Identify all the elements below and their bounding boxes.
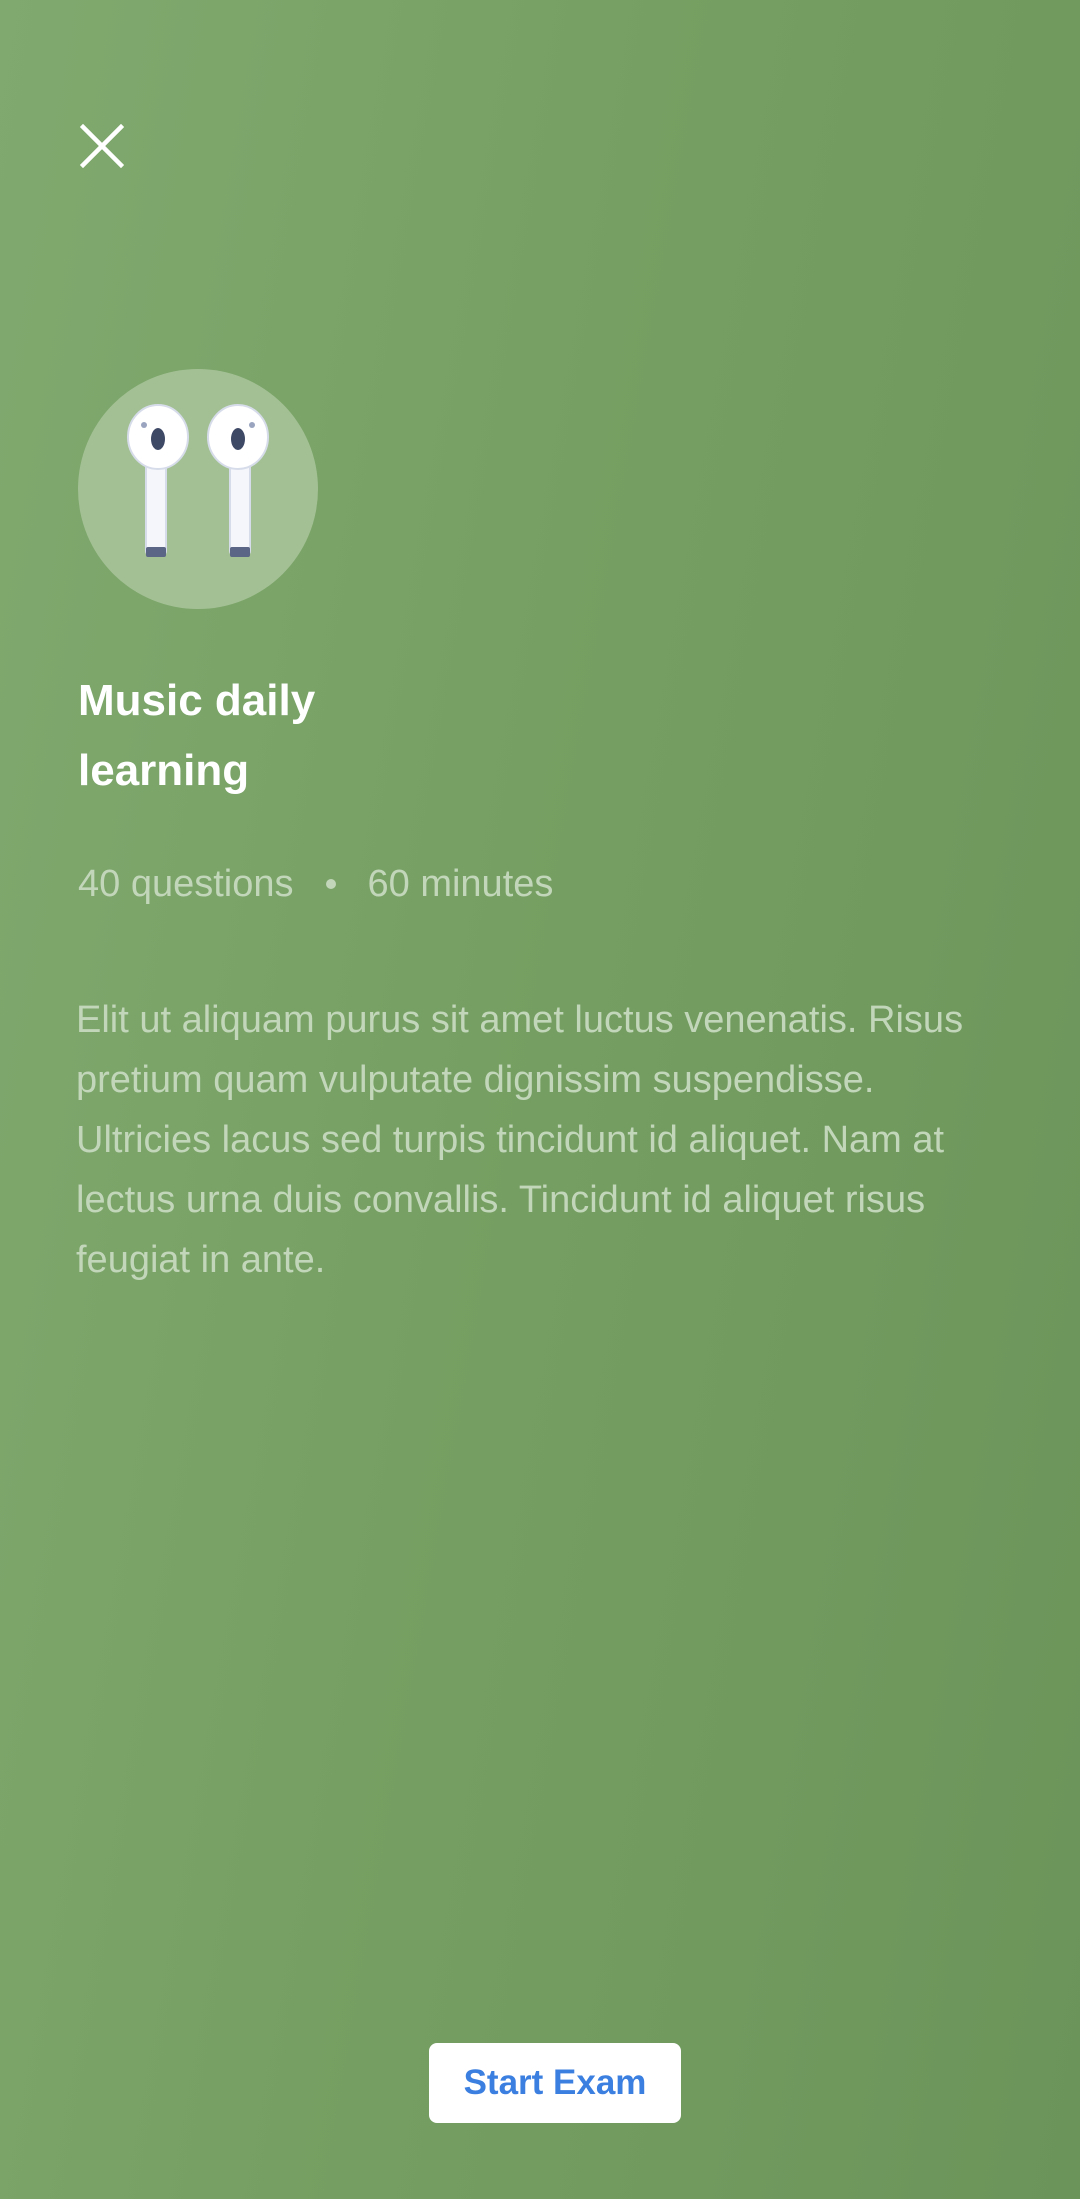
exam-title: Music daily learning: [78, 676, 316, 795]
separator-dot: [325, 879, 336, 889]
exam-meta: 40 questions 60 minutes: [78, 858, 553, 910]
close-button[interactable]: [74, 118, 130, 174]
exam-icon-badge: [78, 369, 318, 609]
exam-duration: 60 minutes: [367, 863, 554, 905]
earbuds-icon: [127, 404, 269, 557]
close-icon: [80, 124, 124, 168]
start-exam-button[interactable]: Start Exam: [429, 2043, 681, 2123]
exam-description: Elit ut aliquam purus sit amet luctus ve…: [76, 999, 964, 1281]
question-count: 40 questions: [78, 863, 294, 905]
